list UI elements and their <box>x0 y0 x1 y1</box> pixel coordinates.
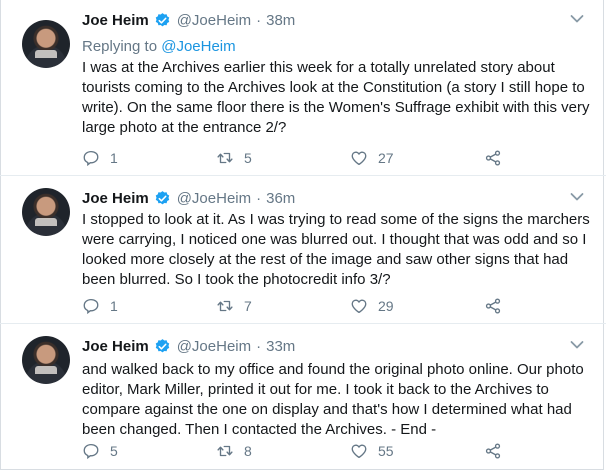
tweet-header: Joe Heim @JoeHeim · 33m <box>82 336 295 356</box>
retweet-icon <box>217 300 233 312</box>
verified-badge-icon <box>155 12 169 26</box>
share-button[interactable] <box>484 296 502 316</box>
avatar[interactable] <box>22 20 70 68</box>
separator-dot: · <box>256 11 262 29</box>
avatar[interactable] <box>22 336 70 384</box>
tweet[interactable]: Joe Heim @JoeHeim · 33m and walked back … <box>0 324 606 472</box>
retweet-icon <box>217 152 233 164</box>
share-button[interactable] <box>484 441 502 461</box>
like-count: 29 <box>378 298 394 314</box>
author-name[interactable]: Joe Heim <box>82 190 149 207</box>
share-button[interactable] <box>484 148 502 168</box>
replying-to: Replying to @JoeHeim <box>82 38 236 55</box>
reply-icon <box>83 298 99 315</box>
retweet-button[interactable]: 5 <box>216 148 252 168</box>
retweet-count: 5 <box>244 150 252 166</box>
tweet-text: I stopped to look at it. As I was trying… <box>82 211 590 288</box>
reply-count: 1 <box>110 150 118 166</box>
heart-icon <box>351 299 367 314</box>
reply-count: 1 <box>110 298 118 314</box>
avatar[interactable] <box>22 188 70 236</box>
author-handle[interactable]: @JoeHeim <box>177 338 251 355</box>
tweet-header: Joe Heim @JoeHeim · 38m <box>82 10 295 30</box>
timestamp[interactable]: 36m <box>266 190 295 207</box>
replying-to-label: Replying to <box>82 38 162 55</box>
retweet-count: 8 <box>244 443 252 459</box>
share-icon <box>485 150 501 166</box>
author-name[interactable]: Joe Heim <box>82 338 149 355</box>
tweet[interactable]: Joe Heim @JoeHeim · 38m Replying to @Joe… <box>0 0 606 176</box>
verified-badge-icon <box>155 190 169 204</box>
reply-icon <box>83 443 99 460</box>
tweet-text: I was at the Archives earlier this week … <box>82 59 590 136</box>
heart-icon <box>351 151 367 166</box>
like-count: 27 <box>378 150 394 166</box>
share-icon <box>485 443 501 459</box>
like-button[interactable]: 29 <box>350 296 394 316</box>
tweet[interactable]: Joe Heim @JoeHeim · 36m I stopped to loo… <box>0 176 606 324</box>
retweet-button[interactable]: 7 <box>216 296 252 316</box>
separator-dot: · <box>256 337 262 355</box>
retweet-count: 7 <box>244 298 252 314</box>
reply-count: 5 <box>110 443 118 459</box>
author-handle[interactable]: @JoeHeim <box>177 12 251 29</box>
replying-to-link[interactable]: @JoeHeim <box>161 38 235 55</box>
like-count: 55 <box>378 443 394 459</box>
chevron-down-icon[interactable] <box>570 192 584 202</box>
chevron-down-icon[interactable] <box>570 340 584 350</box>
tweet-header: Joe Heim @JoeHeim · 36m <box>82 188 295 208</box>
reply-button[interactable]: 1 <box>82 296 118 316</box>
retweet-button[interactable]: 8 <box>216 441 252 461</box>
tweet-text: and walked back to my office and found t… <box>82 361 584 438</box>
share-icon <box>485 298 501 314</box>
reply-button[interactable]: 1 <box>82 148 118 168</box>
author-handle[interactable]: @JoeHeim <box>177 190 251 207</box>
reply-button[interactable]: 5 <box>82 441 118 461</box>
heart-icon <box>351 444 367 459</box>
like-button[interactable]: 55 <box>350 441 394 461</box>
timestamp[interactable]: 38m <box>266 12 295 29</box>
reply-icon <box>83 150 99 167</box>
verified-badge-icon <box>155 338 169 352</box>
retweet-icon <box>217 445 233 457</box>
timestamp[interactable]: 33m <box>266 338 295 355</box>
separator-dot: · <box>256 189 262 207</box>
author-name[interactable]: Joe Heim <box>82 12 149 29</box>
like-button[interactable]: 27 <box>350 148 394 168</box>
chevron-down-icon[interactable] <box>570 14 584 24</box>
